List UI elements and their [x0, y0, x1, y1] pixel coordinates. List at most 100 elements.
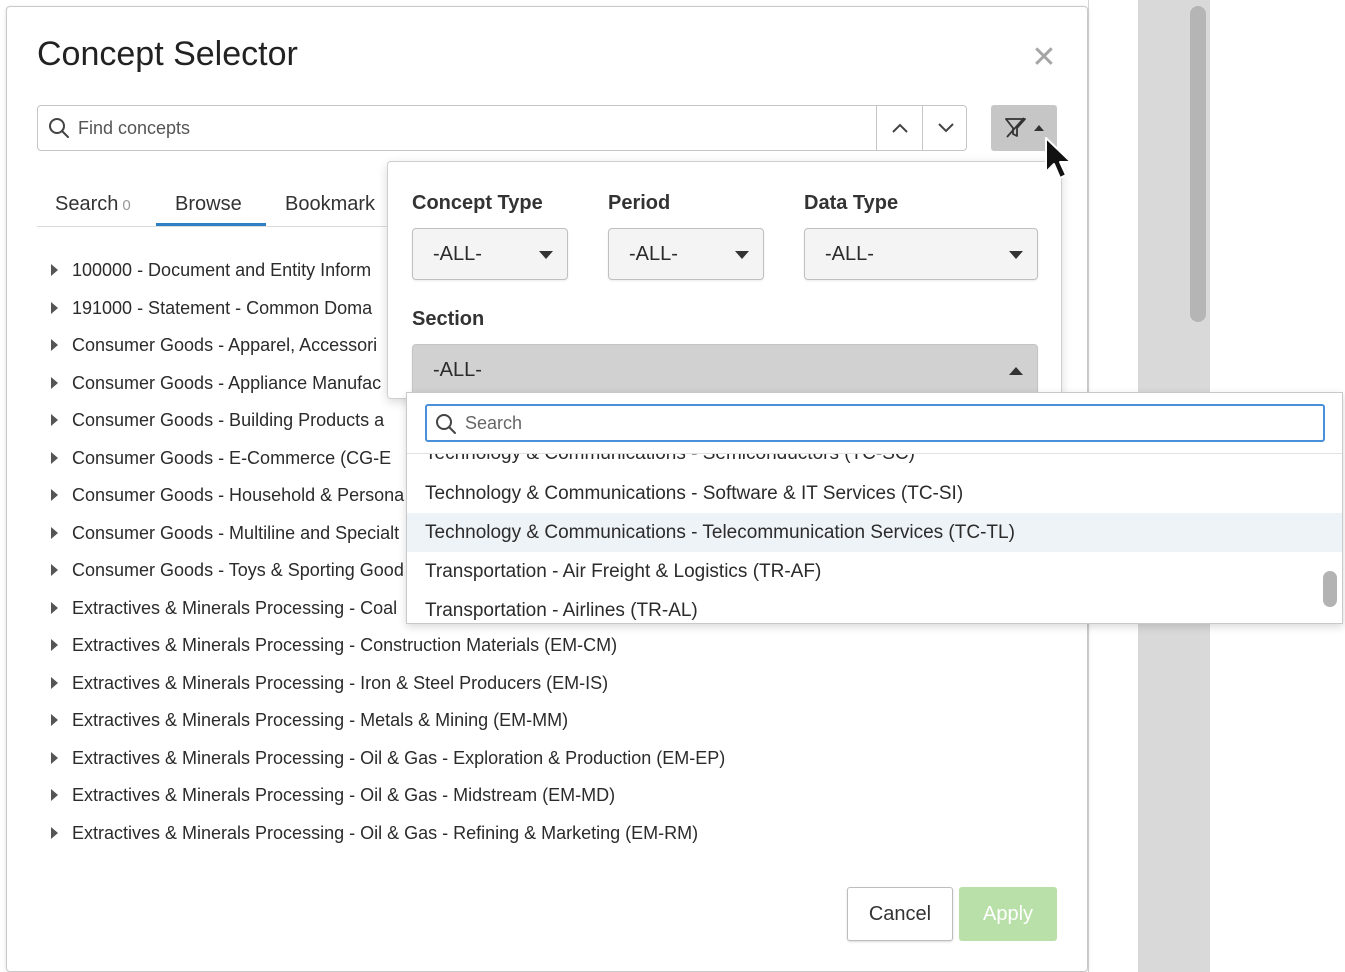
chevron-down-icon: [937, 123, 954, 133]
tree-item-label: Consumer Goods - Toys & Sporting Good: [72, 559, 404, 580]
filter-off-icon: [1005, 117, 1026, 138]
expand-caret-icon[interactable]: [51, 639, 58, 651]
tree-item-label: Extractives & Minerals Processing - Oil …: [72, 784, 616, 805]
expand-caret-icon[interactable]: [51, 827, 58, 839]
expand-caret-icon[interactable]: [51, 414, 58, 426]
search-input[interactable]: [76, 114, 896, 142]
tree-item[interactable]: Extractives & Minerals Processing - Iron…: [37, 668, 608, 698]
expand-caret-icon[interactable]: [51, 602, 58, 614]
section-option[interactable]: Technology & Communications - Semiconduc…: [407, 454, 1342, 473]
previous-match-button[interactable]: [876, 106, 922, 150]
dialog-title: Concept Selector: [37, 35, 298, 73]
tree-item-label: Consumer Goods - Building Products a: [72, 409, 385, 430]
tree-item-label: Consumer Goods - E-Commerce (CG-E: [72, 447, 392, 468]
select-value: -ALL-: [433, 358, 482, 381]
tree-item[interactable]: Extractives & Minerals Processing - Meta…: [37, 705, 568, 735]
section-dropdown-list: Technology & Communications - Semiconduc…: [406, 392, 1343, 624]
apply-button[interactable]: Apply: [959, 887, 1057, 941]
expand-caret-icon[interactable]: [51, 677, 58, 689]
tree-item[interactable]: 100000 - Document and Entity Inform: [37, 255, 371, 285]
expand-caret-icon[interactable]: [51, 264, 58, 276]
expand-caret-icon[interactable]: [51, 527, 58, 539]
background-scrollbar[interactable]: [1190, 6, 1206, 322]
section-option-highlighted[interactable]: Technology & Communications - Telecommun…: [407, 513, 1342, 552]
tree-item-label: 191000 - Statement - Common Doma: [72, 297, 373, 318]
tree-item[interactable]: Consumer Goods - E-Commerce (CG-E: [37, 443, 391, 473]
tree-item[interactable]: Extractives & Minerals Processing - Oil …: [37, 780, 615, 810]
data-type-label: Data Type: [804, 192, 899, 214]
tree-item-label: Consumer Goods - Multiline and Specialt: [72, 522, 400, 543]
tab-label: Browse: [175, 193, 242, 215]
expand-caret-icon[interactable]: [51, 377, 58, 389]
tree-item[interactable]: Extractives & Minerals Processing - Oil …: [37, 818, 698, 848]
section-option[interactable]: Transportation - Air Freight & Logistics…: [407, 552, 1342, 591]
search-icon: [436, 414, 456, 434]
tab-count: 0: [122, 197, 131, 214]
close-icon: ✕: [1031, 41, 1057, 74]
search-icon: [49, 118, 69, 138]
tree-item[interactable]: Consumer Goods - Appliance Manufac: [37, 368, 381, 398]
data-type-select[interactable]: -ALL-: [804, 228, 1038, 280]
tab-bar: Search 0 Browse Bookmark: [37, 187, 397, 227]
tab-bookmarks[interactable]: Bookmark: [285, 193, 375, 216]
tree-item[interactable]: Consumer Goods - Toys & Sporting Good: [37, 555, 404, 585]
tree-item-label: Consumer Goods - Household & Persona: [72, 484, 405, 505]
tree-item[interactable]: Consumer Goods - Multiline and Specialt: [37, 518, 399, 548]
tree-item-label: Extractives & Minerals Processing - Coal: [72, 597, 398, 618]
select-value: -ALL-: [825, 242, 874, 265]
tree-item[interactable]: Extractives & Minerals Processing - Oil …: [37, 743, 725, 773]
expand-caret-icon[interactable]: [51, 339, 58, 351]
expand-caret-icon[interactable]: [51, 789, 58, 801]
dropdown-scrollbar-thumb[interactable]: [1323, 571, 1337, 607]
tab-browse[interactable]: Browse: [175, 193, 242, 216]
expand-caret-icon[interactable]: [51, 752, 58, 764]
section-option[interactable]: Technology & Communications - Software &…: [407, 474, 1342, 513]
section-option[interactable]: Transportation - Airlines (TR-AL): [407, 591, 1342, 623]
tab-label: Bookmark: [285, 193, 376, 215]
concept-type-label: Concept Type: [412, 192, 543, 214]
filter-panel: Concept Type Period Data Type -ALL- -ALL…: [387, 161, 1062, 399]
period-label: Period: [608, 192, 671, 214]
tree-item-label: 100000 - Document and Entity Inform: [72, 259, 372, 280]
tree-item[interactable]: Extractives & Minerals Processing - Cons…: [37, 630, 617, 660]
select-value: -ALL-: [629, 242, 678, 265]
expand-caret-icon[interactable]: [51, 452, 58, 464]
caret-up-icon: [1034, 125, 1044, 131]
section-label: Section: [412, 308, 485, 330]
tree-item-label: Consumer Goods - Apparel, Accessori: [72, 334, 378, 355]
tree-item-label: Extractives & Minerals Processing - Iron…: [72, 672, 609, 693]
cancel-button[interactable]: Cancel: [847, 887, 953, 941]
section-options: Technology & Communications - Semiconduc…: [407, 454, 1342, 623]
tree-item-label: Extractives & Minerals Processing - Oil …: [72, 747, 726, 768]
next-match-button[interactable]: [922, 106, 968, 150]
dropdown-arrow-icon: [539, 251, 553, 259]
dropdown-arrow-up-icon: [1009, 367, 1023, 375]
tree-item[interactable]: 191000 - Statement - Common Doma: [37, 293, 372, 323]
section-search-input[interactable]: [463, 411, 1303, 435]
tree-item[interactable]: Extractives & Minerals Processing - Coal: [37, 593, 397, 623]
concept-type-select[interactable]: -ALL-: [412, 228, 568, 280]
tree-item-label: Extractives & Minerals Processing - Oil …: [72, 822, 699, 843]
section-search-box: [425, 404, 1325, 442]
mouse-cursor-icon: [1045, 137, 1072, 179]
select-value: -ALL-: [433, 242, 482, 265]
close-button[interactable]: ✕: [1027, 41, 1061, 75]
expand-caret-icon[interactable]: [51, 714, 58, 726]
find-concepts-search: [37, 105, 967, 151]
tree-item[interactable]: Consumer Goods - Household & Persona: [37, 480, 404, 510]
section-select[interactable]: -ALL-: [412, 344, 1038, 396]
tree-item-label: Consumer Goods - Appliance Manufac: [72, 372, 382, 393]
active-tab-indicator: [156, 223, 266, 226]
tree-item[interactable]: Consumer Goods - Building Products a: [37, 405, 384, 435]
dropdown-arrow-icon: [1009, 251, 1023, 259]
tree-item[interactable]: Consumer Goods - Apparel, Accessori: [37, 330, 377, 360]
expand-caret-icon[interactable]: [51, 302, 58, 314]
dropdown-arrow-icon: [735, 251, 749, 259]
period-select[interactable]: -ALL-: [608, 228, 764, 280]
chevron-up-icon: [891, 123, 908, 133]
tree-item-label: Extractives & Minerals Processing - Cons…: [72, 634, 618, 655]
tree-item-label: Extractives & Minerals Processing - Meta…: [72, 709, 569, 730]
tab-search[interactable]: Search 0: [55, 193, 131, 216]
expand-caret-icon[interactable]: [51, 489, 58, 501]
expand-caret-icon[interactable]: [51, 564, 58, 576]
